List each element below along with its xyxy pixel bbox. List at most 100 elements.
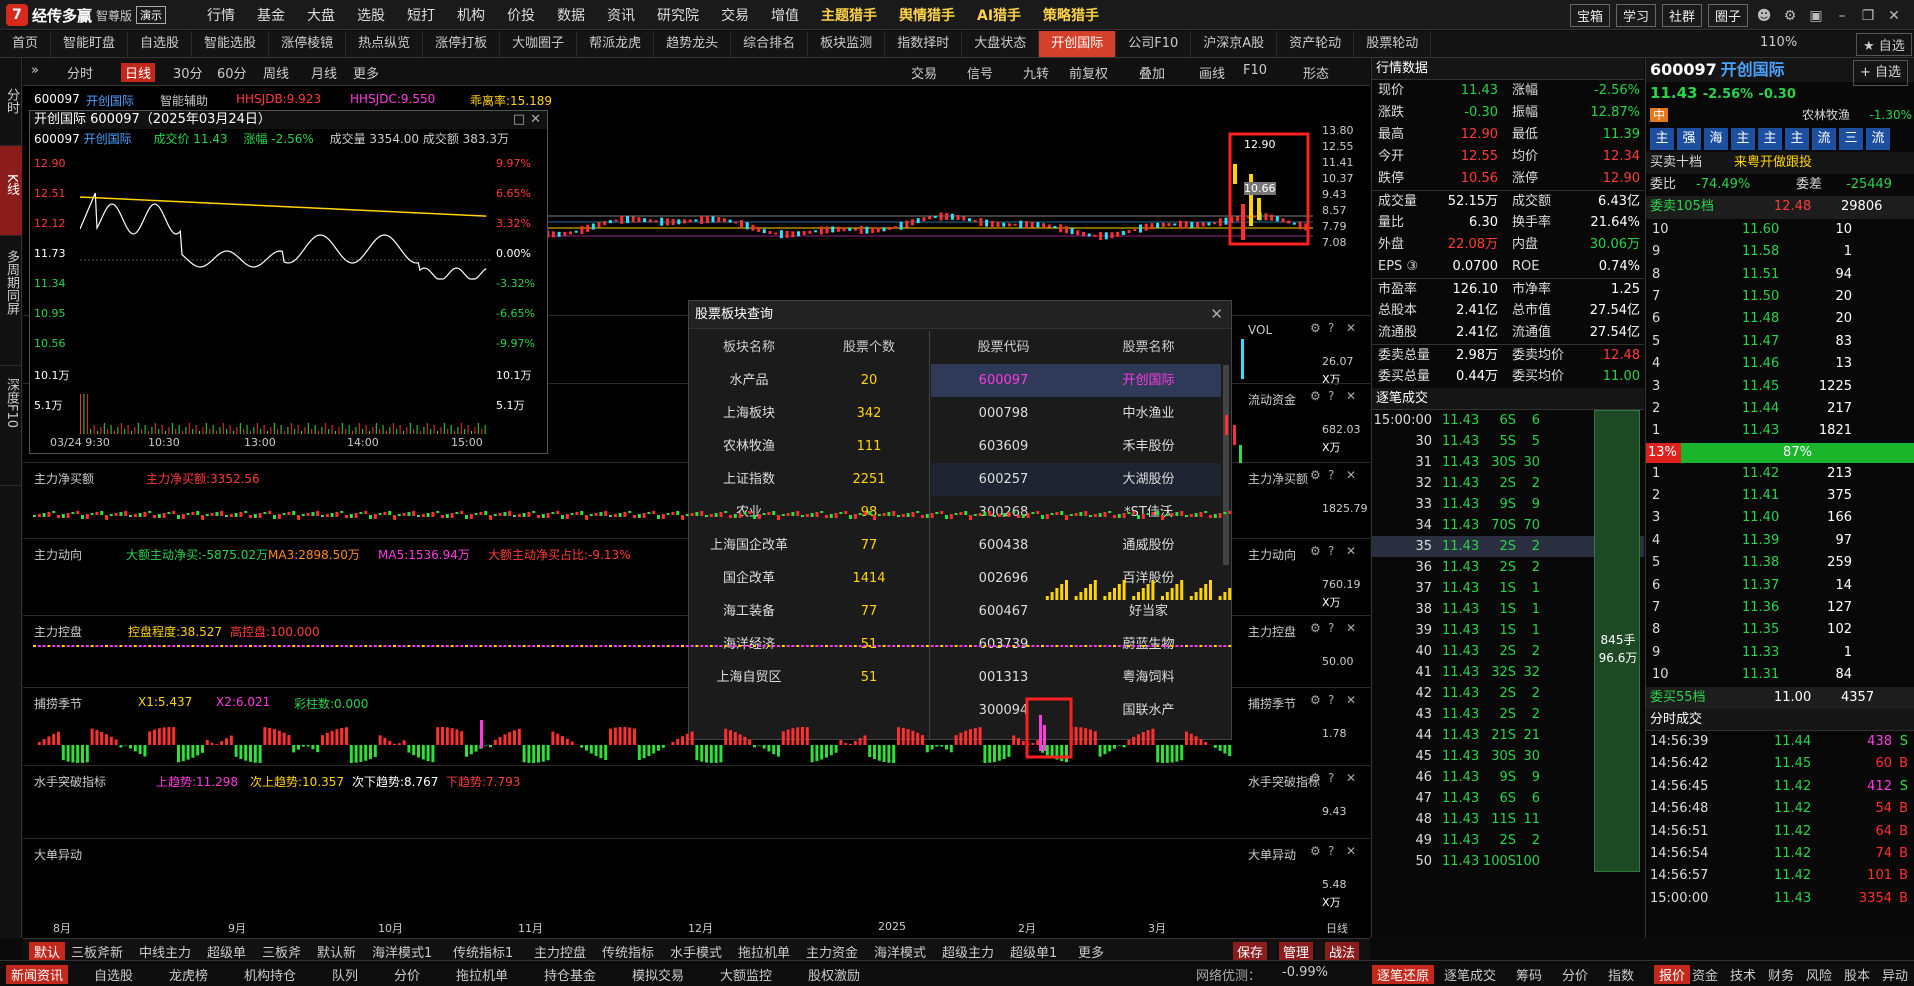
- close-icon[interactable]: ✕: [1346, 389, 1356, 403]
- close-icon[interactable]: ✕: [1346, 321, 1356, 335]
- close-icon[interactable]: ✕: [1346, 544, 1356, 558]
- template-action[interactable]: 战法: [1325, 942, 1360, 961]
- footer-right-tab[interactable]: 筹码: [1516, 965, 1542, 984]
- orderbook-row[interactable]: 6 11.48 20: [1646, 308, 1914, 330]
- orderbook-row[interactable]: 9 11.58 1: [1646, 241, 1914, 263]
- menu-item[interactable]: 增值: [760, 5, 810, 25]
- orderbook-row[interactable]: 9 11.33 1: [1646, 642, 1914, 664]
- orderbook-row[interactable]: 1 11.42 213: [1646, 463, 1914, 485]
- footer-tab[interactable]: 新闻资讯: [6, 965, 69, 984]
- tool-nine[interactable]: 九转: [1023, 63, 1049, 82]
- learn-button[interactable]: 学习: [1615, 4, 1656, 27]
- zoom-level[interactable]: 110%: [1760, 35, 1797, 50]
- tag-chip[interactable]: 三: [1839, 128, 1863, 150]
- close-icon[interactable]: ✕: [1884, 6, 1904, 26]
- template-tab[interactable]: 默认新: [317, 942, 356, 961]
- tool-trade[interactable]: 交易: [911, 63, 937, 82]
- menu-item[interactable]: 基金: [246, 5, 296, 25]
- template-tab[interactable]: 超级单1: [1010, 942, 1057, 961]
- close-icon[interactable]: ✕: [1346, 771, 1356, 785]
- period-60m[interactable]: 60分: [217, 63, 247, 82]
- footer-right-tab[interactable]: 风险: [1806, 965, 1832, 984]
- close-icon[interactable]: ✕: [1346, 844, 1356, 858]
- footer-right-tab[interactable]: 技术: [1730, 965, 1756, 984]
- tab-item[interactable]: 指数择时: [885, 31, 963, 57]
- restore-icon[interactable]: □: [513, 111, 525, 129]
- tool-f10[interactable]: F10: [1243, 63, 1267, 78]
- tab-item[interactable]: 大盘状态: [962, 31, 1040, 57]
- tag-chip[interactable]: 强: [1677, 128, 1701, 150]
- orderbook-row[interactable]: 1 11.43 1821: [1646, 420, 1914, 442]
- user-icon[interactable]: ☻: [1754, 6, 1774, 26]
- menu-item[interactable]: 选股: [346, 5, 396, 25]
- tool-overlay[interactable]: 叠加: [1139, 63, 1165, 82]
- tab-item[interactable]: 热点纵览: [346, 31, 424, 57]
- circle-button[interactable]: 圈子: [1707, 4, 1748, 27]
- template-tab[interactable]: 水手模式: [670, 942, 722, 961]
- tab-item[interactable]: 帮派龙虎: [577, 31, 655, 57]
- help-icon[interactable]: ?: [1328, 693, 1334, 707]
- close-icon[interactable]: ✕: [1346, 621, 1356, 635]
- orderbook-row[interactable]: 2 11.41 375: [1646, 485, 1914, 507]
- menu-item[interactable]: AI猎手: [966, 5, 1032, 25]
- footer-tab[interactable]: 龙虎榜: [169, 965, 208, 984]
- menu-item[interactable]: 策略猎手: [1032, 5, 1110, 25]
- template-tab[interactable]: 更多: [1078, 942, 1104, 961]
- tool-draw[interactable]: 画线: [1199, 63, 1225, 82]
- template-tab[interactable]: 海洋模式: [874, 942, 926, 961]
- tag-chip[interactable]: 主: [1731, 128, 1755, 150]
- help-icon[interactable]: ?: [1328, 544, 1334, 558]
- left-btn-multi[interactable]: 多周期同屏: [0, 236, 22, 366]
- help-icon[interactable]: ?: [1328, 621, 1334, 635]
- period-weekly[interactable]: 周线: [263, 63, 289, 82]
- menu-item[interactable]: 交易: [710, 5, 760, 25]
- footer-tab[interactable]: 拖拉机单: [456, 965, 508, 984]
- tab-item[interactable]: 自选股: [128, 31, 193, 57]
- template-tab[interactable]: 拖拉机单: [738, 942, 790, 961]
- restore-icon[interactable]: ❐: [1858, 6, 1878, 26]
- footer-tab[interactable]: 股权激励: [808, 965, 860, 984]
- template-tab[interactable]: 传统指标: [602, 942, 654, 961]
- footer-right-tab[interactable]: 异动: [1882, 965, 1908, 984]
- orderbook-row[interactable]: 6 11.37 14: [1646, 575, 1914, 597]
- close-icon[interactable]: ✕: [530, 111, 541, 129]
- toolbar-expand-icon[interactable]: »: [31, 63, 39, 78]
- far-industry[interactable]: 农林牧渔: [1802, 104, 1850, 126]
- menu-item[interactable]: 舆情猎手: [888, 5, 966, 25]
- template-tab[interactable]: 主力控盘: [534, 942, 586, 961]
- footer-right-tab[interactable]: 分价: [1562, 965, 1588, 984]
- period-more[interactable]: 更多: [353, 63, 379, 82]
- help-icon[interactable]: ?: [1328, 321, 1334, 335]
- orderbook-row[interactable]: 2 11.44 217: [1646, 398, 1914, 420]
- help-icon[interactable]: ?: [1328, 771, 1334, 785]
- help-icon[interactable]: ?: [1328, 844, 1334, 858]
- template-tab[interactable]: 传统指标1: [453, 942, 513, 961]
- left-btn-fenshi[interactable]: 分时: [0, 58, 22, 146]
- close-icon[interactable]: ✕: [1346, 693, 1356, 707]
- orderbook-row[interactable]: 5 11.38 259: [1646, 552, 1914, 574]
- tag-chip[interactable]: 流: [1812, 128, 1836, 150]
- orderbook-row[interactable]: 7 11.36 127: [1646, 597, 1914, 619]
- footer-tab[interactable]: 持仓基金: [544, 965, 596, 984]
- tab-item[interactable]: 智能选股: [192, 31, 270, 57]
- tag-chip[interactable]: 主: [1785, 128, 1809, 150]
- period-30m[interactable]: 30分: [173, 63, 203, 82]
- tag-chip[interactable]: 主: [1650, 128, 1674, 150]
- self-select-button[interactable]: ★ 自选: [1856, 33, 1912, 56]
- footer-right-tab[interactable]: 逐笔还原: [1372, 965, 1435, 984]
- footer-tab[interactable]: 队列: [332, 965, 358, 984]
- footer-tab[interactable]: 机构持仓: [244, 965, 296, 984]
- menu-item[interactable]: 研究院: [646, 5, 710, 25]
- demo-button[interactable]: 演示: [136, 6, 167, 24]
- tab-item[interactable]: 开创国际: [1039, 31, 1117, 57]
- tab-item[interactable]: 趋势龙头: [654, 31, 732, 57]
- footer-right-tab[interactable]: 报价: [1654, 965, 1691, 984]
- minimize-icon[interactable]: –: [1832, 6, 1852, 26]
- tab-item[interactable]: 股票轮动: [1354, 31, 1432, 57]
- help-icon[interactable]: ?: [1328, 468, 1334, 482]
- tab-item[interactable]: 综合排名: [731, 31, 809, 57]
- orderbook-row[interactable]: 4 11.39 97: [1646, 530, 1914, 552]
- period-monthly[interactable]: 月线: [311, 63, 337, 82]
- orderbook-row[interactable]: 4 11.46 13: [1646, 353, 1914, 375]
- orderbook-row[interactable]: 5 11.47 83: [1646, 331, 1914, 353]
